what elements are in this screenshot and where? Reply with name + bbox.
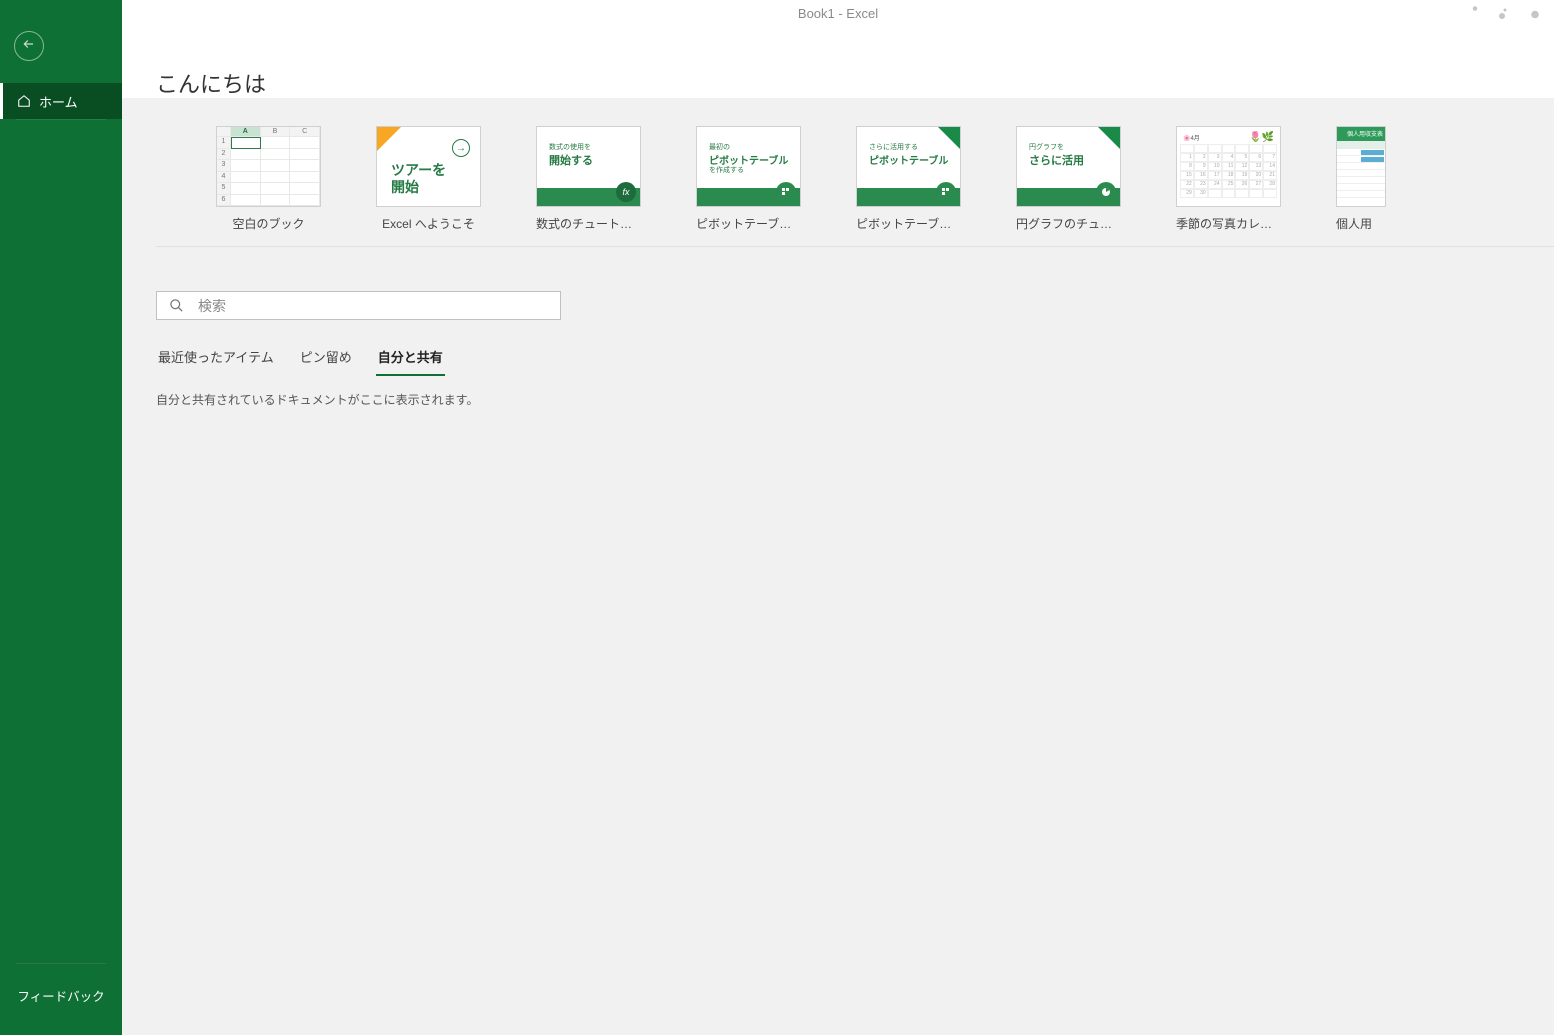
thumb-text: 円グラフを bbox=[1029, 142, 1064, 152]
thumb-text: 数式の使用を bbox=[549, 142, 591, 152]
search-icon bbox=[169, 298, 184, 313]
thumb-text: 開始する bbox=[549, 152, 593, 168]
template-welcome-tour[interactable]: → ツアーを 開始 Excel へようこそ bbox=[376, 126, 481, 232]
search-input[interactable] bbox=[198, 298, 548, 314]
account-icon[interactable] bbox=[1526, 4, 1544, 22]
fx-icon: fx bbox=[616, 182, 636, 202]
flowers-icon: 🌷🌿 bbox=[1249, 132, 1274, 143]
new-badge-icon bbox=[377, 127, 401, 151]
tab-recent[interactable]: 最近使ったアイテム bbox=[156, 342, 276, 376]
new-badge-icon bbox=[1098, 127, 1120, 149]
template-label: ピボットテーブル入門 bbox=[696, 215, 801, 232]
new-badge-icon bbox=[938, 127, 960, 149]
template-formula-tutorial[interactable]: 数式の使用を 開始する fx 数式のチュートリアル bbox=[536, 126, 641, 232]
tab-shared-with-me[interactable]: 自分と共有 bbox=[376, 342, 445, 376]
template-pivot-intro[interactable]: 最初の ピボットテーブル を作成する ピボットテーブル入門 bbox=[696, 126, 801, 232]
template-label: 数式のチュートリアル bbox=[536, 215, 641, 232]
sidebar-item-label: ホーム bbox=[39, 92, 78, 111]
tabs-row: 最近使ったアイテム ピン留め 自分と共有 bbox=[122, 342, 1554, 376]
notifications-icon[interactable] bbox=[1466, 4, 1484, 22]
template-label: 個人用 bbox=[1336, 215, 1386, 232]
sidebar-spacer bbox=[0, 120, 122, 963]
template-thumbnail: 最初の ピボットテーブル を作成する bbox=[696, 126, 801, 207]
template-label: 空白のブック bbox=[216, 215, 321, 232]
back-arrow-icon bbox=[22, 37, 36, 55]
account-icon[interactable] bbox=[1496, 4, 1514, 22]
feedback-link[interactable]: フィードバック bbox=[0, 986, 122, 1005]
pivot-icon bbox=[776, 182, 796, 202]
account-area bbox=[1466, 4, 1544, 22]
thumb-text: さらに活用 bbox=[1029, 152, 1084, 168]
pivot-icon bbox=[936, 182, 956, 202]
home-icon bbox=[17, 94, 31, 108]
greeting-text: こんにちは bbox=[156, 67, 266, 99]
templates-row: ABC 1 2 3 4 5 6 空白のブック → ツアーを 開始 Ex bbox=[156, 98, 1554, 247]
tab-pinned[interactable]: ピン留め bbox=[298, 342, 354, 376]
template-pie-chart[interactable]: 円グラフを さらに活用 円グラフのチュートリ… bbox=[1016, 126, 1121, 232]
back-button[interactable] bbox=[14, 31, 44, 61]
template-thumbnail: 個人用収支表 bbox=[1336, 126, 1386, 207]
thumb-text: ピボットテーブル bbox=[869, 152, 948, 167]
template-label: 季節の写真カレンダー bbox=[1176, 215, 1281, 232]
greeting-row: こんにちは bbox=[122, 68, 1554, 98]
search-section bbox=[122, 247, 1554, 320]
title-bar: Book1 - Excel bbox=[122, 0, 1554, 68]
empty-state-message: 自分と共有されているドキュメントがここに表示されます。 bbox=[122, 376, 1554, 423]
template-thumbnail: 円グラフを さらに活用 bbox=[1016, 126, 1121, 207]
thumb-text: 最初の bbox=[709, 142, 730, 152]
template-thumbnail: 数式の使用を 開始する fx bbox=[536, 126, 641, 207]
backstage-sidebar: ホーム フィードバック bbox=[0, 0, 122, 1035]
pie-chart-icon bbox=[1096, 182, 1116, 202]
template-pivot-advanced[interactable]: さらに活用する ピボットテーブル ピボットテーブルをさ… bbox=[856, 126, 961, 232]
search-box[interactable] bbox=[156, 291, 561, 320]
thumb-text: さらに活用する bbox=[869, 142, 918, 152]
template-thumbnail: さらに活用する ピボットテーブル bbox=[856, 126, 961, 207]
thumb-text: を作成する bbox=[709, 165, 744, 175]
template-personal-budget[interactable]: 個人用収支表 個人用 bbox=[1336, 126, 1386, 232]
sidebar-item-home[interactable]: ホーム bbox=[0, 83, 122, 119]
sidebar-divider bbox=[16, 963, 106, 964]
thumb-text: 🌸4月 bbox=[1183, 133, 1200, 142]
arrow-right-icon: → bbox=[452, 139, 470, 157]
feedback-section: フィードバック bbox=[0, 963, 122, 1035]
template-seasonal-calendar[interactable]: 🌸4月 🌷🌿 1234567 891011121314 151617181920… bbox=[1176, 126, 1281, 232]
window-title: Book1 - Excel bbox=[798, 6, 878, 21]
template-label: ピボットテーブルをさ… bbox=[856, 215, 961, 232]
template-label: 円グラフのチュートリ… bbox=[1016, 215, 1121, 232]
main-content: Book1 - Excel こんにちは ABC 1 2 3 bbox=[122, 0, 1554, 1035]
thumb-text: 開始 bbox=[391, 177, 419, 197]
template-blank-workbook[interactable]: ABC 1 2 3 4 5 6 空白のブック bbox=[216, 126, 321, 232]
thumb-text: 個人用収支表 bbox=[1337, 127, 1385, 141]
template-label: Excel へようこそ bbox=[376, 215, 481, 232]
content-area: ABC 1 2 3 4 5 6 空白のブック → ツアーを 開始 Ex bbox=[122, 98, 1554, 1035]
template-thumbnail: ABC 1 2 3 4 5 6 bbox=[216, 126, 321, 207]
template-thumbnail: 🌸4月 🌷🌿 1234567 891011121314 151617181920… bbox=[1176, 126, 1281, 207]
template-thumbnail: → ツアーを 開始 bbox=[376, 126, 481, 207]
